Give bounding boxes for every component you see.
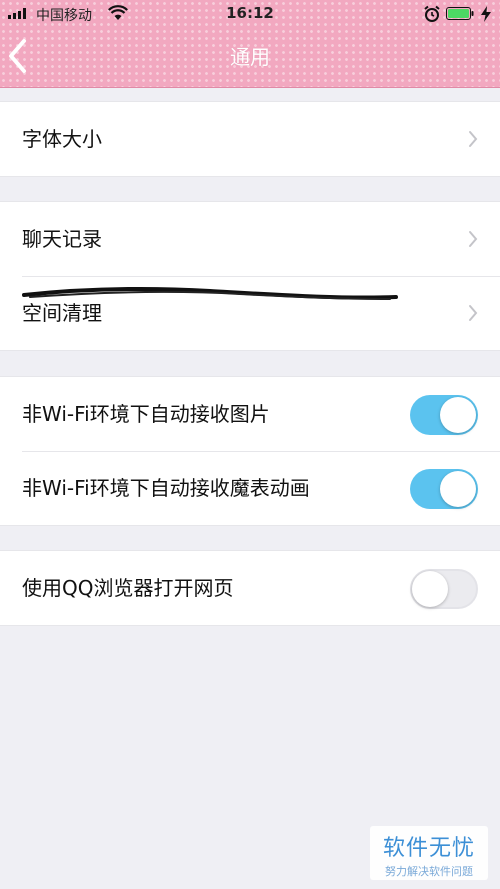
settings-group-storage: 聊天记录 空间清理 <box>0 201 500 351</box>
page-title: 通用 <box>230 45 270 69</box>
row-label: 字体大小 <box>22 127 102 151</box>
settings-group-browser: 使用QQ浏览器打开网页 <box>0 550 500 626</box>
status-bar: 中国移动 16:12 <box>0 0 500 28</box>
row-label: 非Wi-Fi环境下自动接收魔表动画 <box>22 476 310 500</box>
toggle-knob <box>412 571 448 607</box>
watermark-title: 软件无忧 <box>382 836 475 861</box>
qq-browser-row: 使用QQ浏览器打开网页 <box>0 551 500 625</box>
auto-receive-images-toggle[interactable] <box>410 395 478 435</box>
battery-icon <box>446 7 474 20</box>
toggle-knob <box>440 397 476 433</box>
settings-group-auto-receive: 非Wi-Fi环境下自动接收图片 非Wi-Fi环境下自动接收魔表动画 <box>0 376 500 526</box>
qq-browser-toggle[interactable] <box>410 569 478 609</box>
row-label: 使用QQ浏览器打开网页 <box>22 576 234 600</box>
header-bar: 中国移动 16:12 通用 <box>0 0 500 88</box>
row-label: 聊天记录 <box>22 227 102 251</box>
watermark-logo: 软件无忧 努力解决软件问题 <box>370 826 488 880</box>
chevron-right-icon <box>469 305 478 321</box>
chevron-right-icon <box>469 131 478 147</box>
row-label: 空间清理 <box>22 301 102 325</box>
space-cleanup-row[interactable]: 空间清理 <box>0 276 500 350</box>
auto-receive-images-row: 非Wi-Fi环境下自动接收图片 <box>0 377 500 451</box>
settings-group-font: 字体大小 <box>0 101 500 177</box>
charging-icon <box>481 6 491 22</box>
font-size-row[interactable]: 字体大小 <box>0 102 500 176</box>
alarm-icon <box>424 5 440 22</box>
chat-history-row[interactable]: 聊天记录 <box>0 202 500 276</box>
toggle-knob <box>440 471 476 507</box>
row-label: 非Wi-Fi环境下自动接收图片 <box>22 402 270 426</box>
chevron-right-icon <box>469 231 478 247</box>
watermark-subtitle: 努力解决软件问题 <box>385 865 473 878</box>
auto-receive-animations-toggle[interactable] <box>410 469 478 509</box>
auto-receive-animations-row: 非Wi-Fi环境下自动接收魔表动画 <box>0 451 500 525</box>
